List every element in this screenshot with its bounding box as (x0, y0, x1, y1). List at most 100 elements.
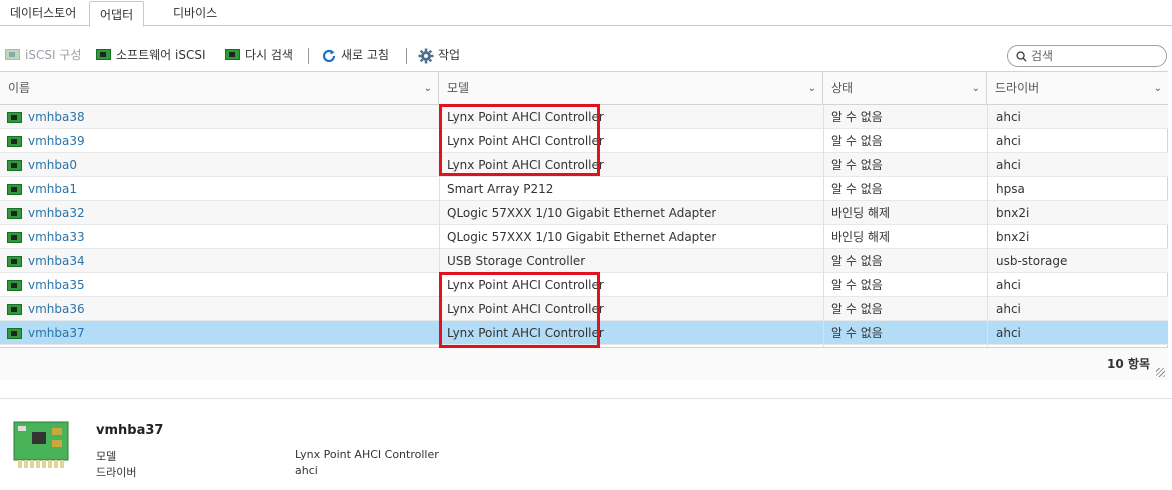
tab-adapters[interactable]: 어댑터 (89, 1, 145, 27)
adapter-model-cell: QLogic 57XXX 1/10 Gigabit Ethernet Adapt… (447, 230, 717, 244)
actions-label: 작업 (438, 48, 461, 62)
refresh-icon (321, 48, 337, 63)
toolbar: iSCSI 구성 소프트웨어 iSCSI 다시 검색 새로 고침 작업 (0, 40, 1172, 70)
adapter-name-cell[interactable]: vmhba34 (7, 249, 85, 273)
column-status-label: 상태 (831, 81, 854, 95)
highlight-box (439, 272, 600, 348)
search-input[interactable] (1031, 49, 1161, 63)
resize-grip-icon[interactable] (1156, 368, 1165, 377)
hba-icon (7, 255, 22, 267)
hba-add-icon (96, 48, 112, 62)
adapter-name[interactable]: vmhba38 (28, 105, 85, 129)
adapter-name[interactable]: vmhba36 (28, 297, 85, 321)
table-row[interactable]: vmhba33 QLogic 57XXX 1/10 Gigabit Etherne… (0, 225, 1168, 249)
tab-devices[interactable]: 디바이스 (163, 0, 227, 26)
adapter-name[interactable]: vmhba37 (28, 321, 85, 345)
chevron-down-icon[interactable]: ⌄ (808, 72, 816, 105)
rescan-button[interactable]: 다시 검색 (225, 45, 293, 65)
column-model-label: 모델 (447, 81, 470, 95)
adapter-status-cell: 알 수 없음 (831, 134, 883, 148)
hba-icon (7, 327, 22, 339)
adapter-driver-cell: bnx2i (996, 206, 1030, 220)
iscsi-config-label: iSCSI 구성 (25, 48, 82, 62)
adapter-status-cell: 알 수 없음 (831, 326, 883, 340)
tab-datastores[interactable]: 데이터스토어 (0, 0, 86, 26)
adapter-driver-cell: ahci (996, 278, 1021, 292)
column-header-model[interactable]: 모델 ⌄ (439, 72, 823, 105)
highlight-box (439, 104, 600, 176)
adapter-status-cell: 알 수 없음 (831, 110, 883, 124)
detail-model-label: 모델 (96, 450, 117, 463)
refresh-button[interactable]: 새로 고침 (321, 45, 389, 65)
adapter-name[interactable]: vmhba39 (28, 129, 85, 153)
hba-icon (7, 111, 22, 123)
adapter-name-cell[interactable]: vmhba0 (7, 153, 77, 177)
hba-icon (7, 207, 22, 219)
adapter-name[interactable]: vmhba32 (28, 201, 85, 225)
item-count: 10 항목 (1107, 357, 1150, 371)
adapter-name[interactable]: vmhba35 (28, 273, 85, 297)
column-header-status[interactable]: 상태 ⌄ (823, 72, 987, 105)
detail-driver-label: 드라이버 (96, 466, 137, 479)
hba-icon (7, 183, 22, 195)
toolbar-separator (406, 48, 407, 64)
adapter-name-cell[interactable]: vmhba33 (7, 225, 85, 249)
adapter-driver-cell: ahci (996, 158, 1021, 172)
adapter-status-cell: 알 수 없음 (831, 302, 883, 316)
adapter-status-cell: 알 수 없음 (831, 254, 883, 268)
column-name-label: 이름 (8, 81, 31, 95)
column-driver-label: 드라이버 (995, 81, 1040, 95)
adapter-name[interactable]: vmhba0 (28, 153, 77, 177)
adapter-name-cell[interactable]: vmhba1 (7, 177, 77, 201)
column-divider (987, 105, 988, 347)
adapter-status-cell: 바인딩 해제 (831, 230, 891, 244)
toolbar-separator (308, 48, 309, 64)
adapter-name-cell[interactable]: vmhba32 (7, 201, 85, 225)
adapter-name-cell[interactable]: vmhba39 (7, 129, 85, 153)
adapter-name[interactable]: vmhba34 (28, 249, 85, 273)
adapter-driver-cell: ahci (996, 326, 1021, 340)
table-row[interactable]: vmhba34 USB Storage Controller 알 수 없음 usb-s… (0, 249, 1168, 273)
adapter-driver-cell: bnx2i (996, 230, 1030, 244)
detail-model-value: Lynx Point AHCI Controller (295, 448, 439, 461)
search-icon (1016, 50, 1027, 62)
adapter-name[interactable]: vmhba1 (28, 177, 77, 201)
adapter-status-cell: 알 수 없음 (831, 182, 883, 196)
refresh-label: 새로 고침 (341, 48, 389, 62)
adapter-name-cell[interactable]: vmhba35 (7, 273, 85, 297)
adapter-card-icon (13, 421, 69, 468)
actions-button[interactable]: 작업 (418, 45, 460, 65)
search-box[interactable] (1007, 45, 1167, 67)
iscsi-config-button[interactable]: iSCSI 구성 (5, 45, 81, 65)
rescan-label: 다시 검색 (245, 48, 293, 62)
adapter-status-cell: 알 수 없음 (831, 158, 883, 172)
column-header-name[interactable]: 이름 ⌄ (0, 72, 439, 105)
adapter-status-cell: 바인딩 해제 (831, 206, 891, 220)
adapter-driver-cell: usb-storage (996, 254, 1068, 268)
adapter-driver-cell: ahci (996, 134, 1021, 148)
adapter-name-cell[interactable]: vmhba38 (7, 105, 85, 129)
hba-icon (7, 159, 22, 171)
section-divider (0, 398, 1172, 399)
table-row[interactable]: vmhba32 QLogic 57XXX 1/10 Gigabit Etherne… (0, 201, 1168, 225)
detail-driver-value: ahci (295, 464, 318, 477)
software-iscsi-button[interactable]: 소프트웨어 iSCSI (96, 45, 206, 65)
chevron-down-icon[interactable]: ⌄ (424, 72, 432, 105)
rescan-icon (225, 48, 241, 62)
table-row[interactable]: vmhba1 Smart Array P212 알 수 없음 hpsa (0, 177, 1168, 201)
hba-icon (5, 48, 21, 62)
tab-bar: 데이터스토어 어댑터 디바이스 (0, 0, 1172, 27)
hba-icon (7, 279, 22, 291)
hba-icon (7, 231, 22, 243)
adapter-name[interactable]: vmhba33 (28, 225, 85, 249)
adapter-name-cell[interactable]: vmhba36 (7, 297, 85, 321)
column-header-driver[interactable]: 드라이버 ⌄ (987, 72, 1168, 105)
adapter-status-cell: 알 수 없음 (831, 278, 883, 292)
chevron-down-icon[interactable]: ⌄ (972, 72, 980, 105)
adapter-model-cell: Smart Array P212 (447, 182, 554, 196)
chevron-down-icon[interactable]: ⌄ (1154, 72, 1162, 105)
adapter-driver-cell: hpsa (996, 182, 1025, 196)
gear-icon (418, 48, 434, 64)
hba-icon (7, 135, 22, 147)
adapter-name-cell[interactable]: vmhba37 (7, 321, 85, 345)
